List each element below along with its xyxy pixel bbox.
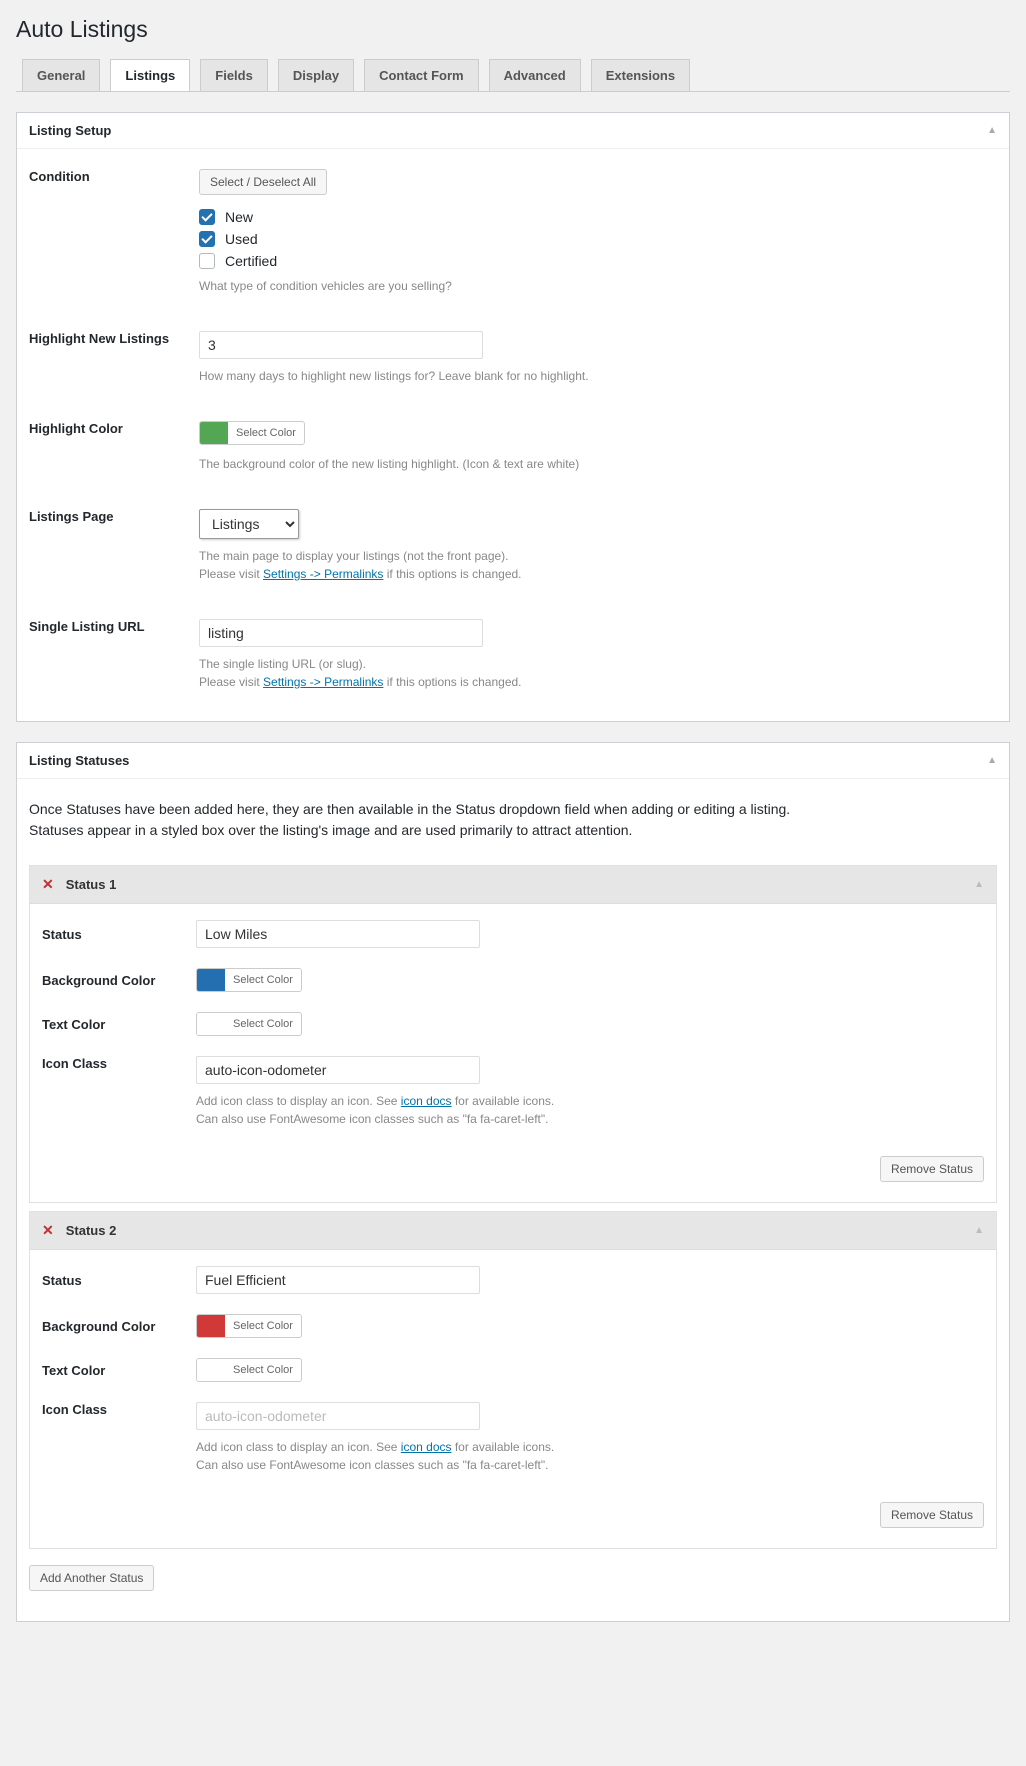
tab-advanced[interactable]: Advanced [489, 59, 581, 91]
condition-desc: What type of condition vehicles are you … [199, 277, 997, 295]
icon-class-label: Icon Class [42, 1056, 196, 1071]
permalinks-link[interactable]: Settings -> Permalinks [263, 567, 383, 581]
icon-class-label: Icon Class [42, 1402, 196, 1417]
icon-desc-1a: Add icon class to display an icon. See [196, 1440, 401, 1454]
status-1-title: Status 1 [66, 877, 117, 892]
select-color-button[interactable]: Select Color [228, 424, 304, 442]
single-url-desc1: The single listing URL (or slug). [199, 657, 366, 671]
condition-certified-label: Certified [225, 253, 277, 269]
single-url-desc2a: Please visit [199, 675, 263, 689]
color-swatch-icon [197, 1013, 225, 1035]
icon-desc-2: Can also use FontAwesome icon classes su… [196, 1458, 548, 1472]
status-2-text-color-picker[interactable]: Select Color [196, 1358, 302, 1382]
highlight-color-label: Highlight Color [29, 421, 199, 436]
status-block-1: ✕ Status 1 ▲ Status Background Color Sel… [29, 865, 997, 1203]
highlight-new-input[interactable] [199, 331, 483, 359]
status-2-icon-class-input[interactable] [196, 1402, 480, 1430]
condition-certified-checkbox[interactable] [199, 253, 215, 269]
remove-status-1-button[interactable]: Remove Status [880, 1156, 984, 1182]
tab-general[interactable]: General [22, 59, 100, 91]
tab-contact-form[interactable]: Contact Form [364, 59, 479, 91]
statuses-intro-1: Once Statuses have been added here, they… [29, 801, 790, 817]
select-deselect-all-button[interactable]: Select / Deselect All [199, 169, 327, 195]
tab-extensions[interactable]: Extensions [591, 59, 690, 91]
listings-page-select[interactable]: Listings [199, 509, 299, 539]
single-url-desc2b: if this options is changed. [383, 675, 521, 689]
select-color-button[interactable]: Select Color [225, 1015, 301, 1033]
tab-display[interactable]: Display [278, 59, 354, 91]
color-swatch-icon [197, 969, 225, 991]
permalinks-link-2[interactable]: Settings -> Permalinks [263, 675, 383, 689]
color-swatch-icon [197, 1315, 225, 1337]
tab-fields[interactable]: Fields [200, 59, 268, 91]
highlight-color-picker[interactable]: Select Color [199, 421, 305, 445]
delete-status-icon[interactable]: ✕ [42, 1222, 54, 1239]
status-2-status-input[interactable] [196, 1266, 480, 1294]
listings-page-label: Listings Page [29, 509, 199, 524]
select-color-button[interactable]: Select Color [225, 1317, 301, 1335]
status-1-bg-color-picker[interactable]: Select Color [196, 968, 302, 992]
condition-new-checkbox[interactable] [199, 209, 215, 225]
add-another-status-button[interactable]: Add Another Status [29, 1565, 154, 1591]
listing-setup-title: Listing Setup [29, 123, 111, 138]
text-color-label: Text Color [42, 1017, 196, 1032]
color-swatch-icon [197, 1359, 225, 1381]
highlight-color-desc: The background color of the new listing … [199, 455, 997, 473]
tabs-bar: General Listings Fields Display Contact … [16, 59, 1010, 92]
status-label: Status [42, 927, 196, 942]
icon-desc-1b: for available icons. [452, 1094, 555, 1108]
listings-page-desc1: The main page to display your listings (… [199, 549, 509, 563]
icon-desc-1b: for available icons. [452, 1440, 555, 1454]
tab-listings[interactable]: Listings [110, 59, 190, 91]
select-color-button[interactable]: Select Color [225, 971, 301, 989]
highlight-new-desc: How many days to highlight new listings … [199, 367, 997, 385]
bg-color-label: Background Color [42, 1319, 196, 1334]
collapse-icon[interactable]: ▲ [987, 125, 997, 136]
status-2-bg-color-picker[interactable]: Select Color [196, 1314, 302, 1338]
icon-docs-link[interactable]: icon docs [401, 1094, 452, 1108]
condition-label: Condition [29, 169, 199, 184]
icon-docs-link[interactable]: icon docs [401, 1440, 452, 1454]
condition-used-label: Used [225, 231, 258, 247]
condition-new-label: New [225, 209, 253, 225]
page-title: Auto Listings [16, 16, 1010, 43]
status-2-title: Status 2 [66, 1223, 117, 1238]
text-color-label: Text Color [42, 1363, 196, 1378]
listing-statuses-panel: Listing Statuses ▲ Once Statuses have be… [16, 742, 1010, 1622]
collapse-icon[interactable]: ▲ [974, 1225, 984, 1236]
collapse-icon[interactable]: ▲ [987, 755, 997, 766]
statuses-intro-2: Statuses appear in a styled box over the… [29, 822, 632, 838]
highlight-new-label: Highlight New Listings [29, 331, 199, 346]
listing-statuses-title: Listing Statuses [29, 753, 129, 768]
collapse-icon[interactable]: ▲ [974, 879, 984, 890]
delete-status-icon[interactable]: ✕ [42, 876, 54, 893]
single-url-label: Single Listing URL [29, 619, 199, 634]
condition-used-checkbox[interactable] [199, 231, 215, 247]
status-1-status-input[interactable] [196, 920, 480, 948]
select-color-button[interactable]: Select Color [225, 1361, 301, 1379]
color-swatch-icon [200, 422, 228, 444]
status-block-2: ✕ Status 2 ▲ Status Background Color Sel… [29, 1211, 997, 1549]
status-1-icon-class-input[interactable] [196, 1056, 480, 1084]
single-url-input[interactable] [199, 619, 483, 647]
remove-status-2-button[interactable]: Remove Status [880, 1502, 984, 1528]
icon-desc-2: Can also use FontAwesome icon classes su… [196, 1112, 548, 1126]
listings-page-desc2a: Please visit [199, 567, 263, 581]
status-1-text-color-picker[interactable]: Select Color [196, 1012, 302, 1036]
bg-color-label: Background Color [42, 973, 196, 988]
status-label: Status [42, 1273, 196, 1288]
icon-desc-1a: Add icon class to display an icon. See [196, 1094, 401, 1108]
listings-page-desc2b: if this options is changed. [383, 567, 521, 581]
listing-setup-panel: Listing Setup ▲ Condition Select / Desel… [16, 112, 1010, 722]
